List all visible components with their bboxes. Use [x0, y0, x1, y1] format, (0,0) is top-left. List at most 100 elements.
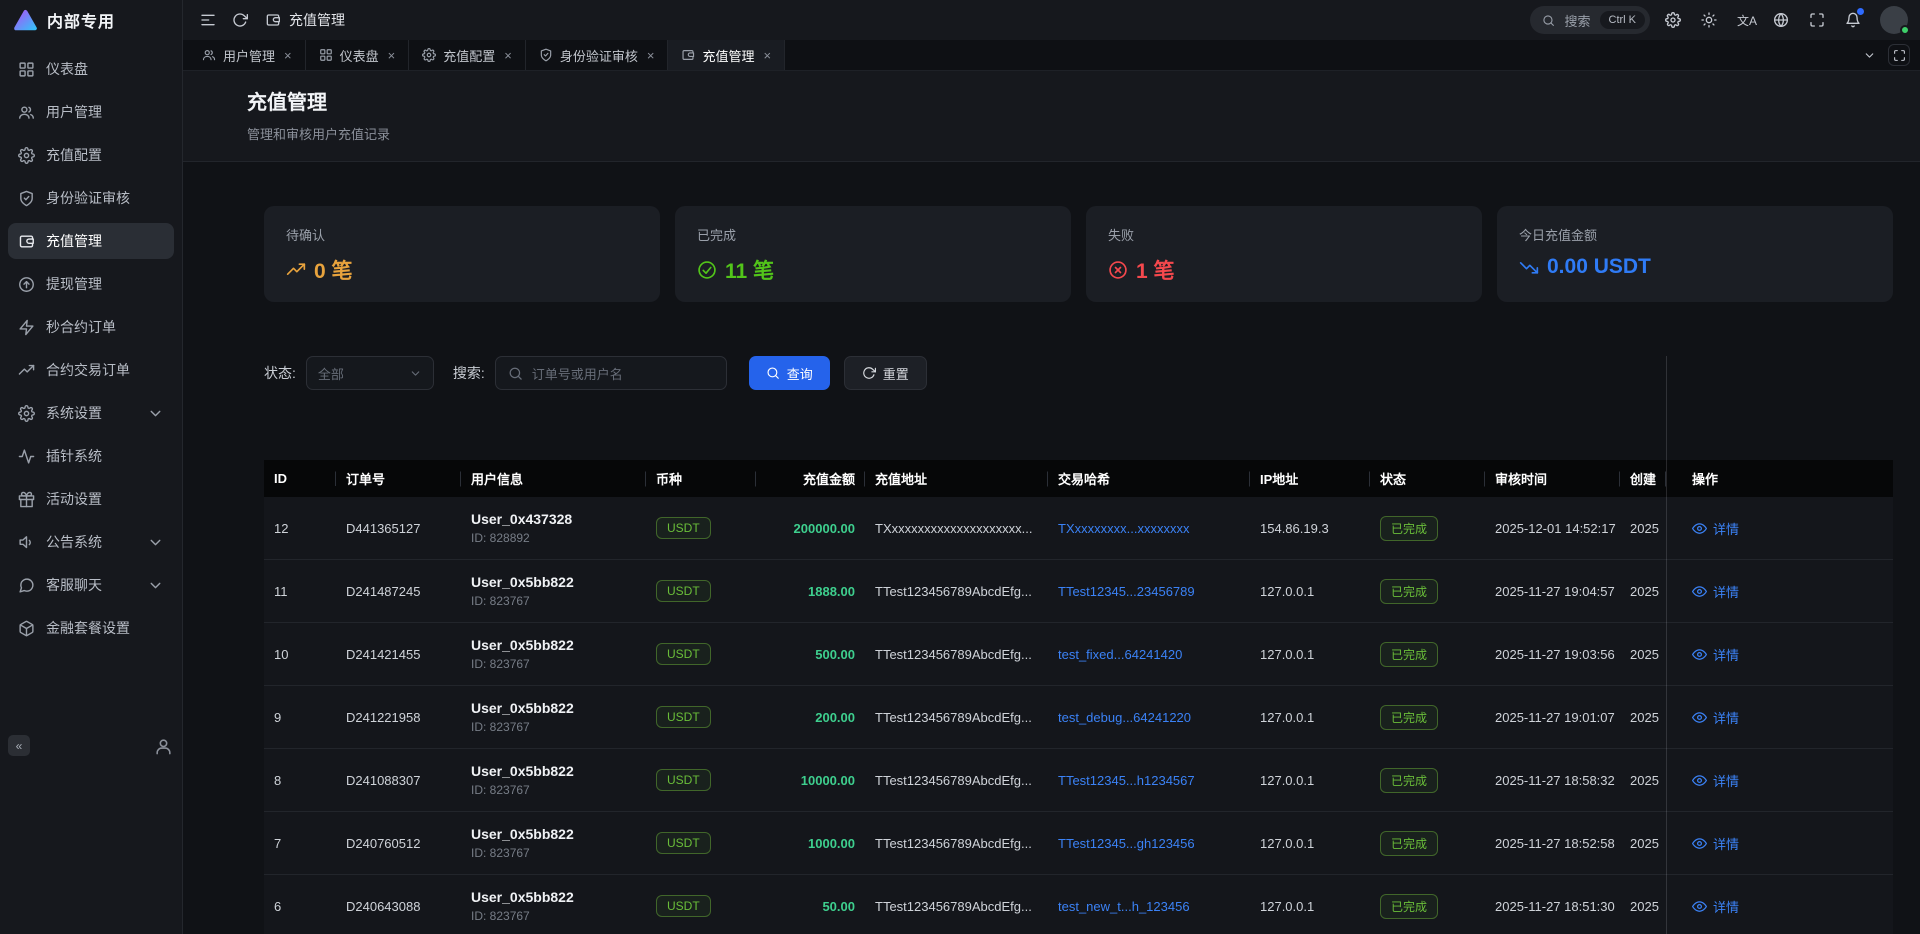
- order-search-input[interactable]: 订单号或用户名: [495, 356, 727, 390]
- cell-user-info: User_0x437328ID: 828892: [461, 511, 646, 545]
- detail-link[interactable]: 详情: [1666, 519, 1893, 538]
- tab-close-icon[interactable]: ×: [388, 48, 396, 63]
- tx-hash-link[interactable]: TTest12345...23456789: [1058, 584, 1195, 599]
- cell-status: 已完成: [1370, 516, 1485, 541]
- tab-recharge-config[interactable]: 充值配置 ×: [409, 40, 526, 70]
- sidebar-item-second-contract-orders[interactable]: 秒合约订单: [8, 309, 174, 345]
- translate-icon: 文A: [1737, 12, 1753, 28]
- sidebar-collapse-button[interactable]: «: [8, 735, 30, 756]
- sidebar-item-user-manage[interactable]: 用户管理: [8, 94, 174, 130]
- refresh-button[interactable]: [225, 5, 255, 35]
- shield-check-icon: [18, 190, 35, 207]
- tab-label: 身份验证审核: [560, 46, 638, 65]
- cell-order-no: D241487245: [336, 584, 461, 599]
- stat-value-text: 0.00 USDT: [1547, 255, 1651, 279]
- refresh-icon: [232, 12, 248, 28]
- cell-ip: 127.0.0.1: [1250, 710, 1370, 725]
- status-select[interactable]: 全部: [306, 356, 434, 390]
- sidebar-item-label: 充值管理: [46, 231, 102, 251]
- bell-button[interactable]: [1838, 5, 1868, 35]
- gear-button[interactable]: [1658, 5, 1688, 35]
- cell-tx-hash: TTest12345...gh123456: [1048, 836, 1250, 851]
- cell-user-info: User_0x5bb822ID: 823767: [461, 637, 646, 671]
- detail-link-label: 详情: [1713, 771, 1739, 790]
- global-search-input[interactable]: 搜索 Ctrl K: [1530, 6, 1650, 34]
- tab-actions: [1858, 40, 1920, 70]
- status-select-value: 全部: [318, 364, 344, 383]
- cell-currency: USDT: [646, 517, 756, 539]
- detail-link[interactable]: 详情: [1666, 708, 1893, 727]
- sidebar-item-withdraw-manage[interactable]: 提现管理: [8, 266, 174, 302]
- query-button[interactable]: 查询: [749, 356, 830, 390]
- tabs-chevron-down-button[interactable]: [1858, 44, 1880, 66]
- user-id: ID: 823767: [471, 783, 636, 797]
- cell-created-time: 2025: [1620, 836, 1666, 851]
- translate-button[interactable]: 文A: [1730, 5, 1760, 35]
- cell-review-time: 2025-11-27 19:01:07: [1485, 710, 1620, 725]
- sidebar-item-pin-system[interactable]: 插针系统: [8, 438, 174, 474]
- tab-close-icon[interactable]: ×: [647, 48, 655, 63]
- sidebar-item-recharge-config[interactable]: 充值配置: [8, 137, 174, 173]
- status-badge: 已完成: [1380, 516, 1438, 541]
- column-header-id: ID: [264, 471, 336, 486]
- x-circle-icon: [1108, 260, 1128, 280]
- stat-card: 失败1 笔: [1086, 206, 1482, 302]
- sidebar-item-kyc-review[interactable]: 身份验证审核: [8, 180, 174, 216]
- menu-fold-button[interactable]: [193, 5, 223, 35]
- tab-kyc-review[interactable]: 身份验证审核 ×: [526, 40, 669, 70]
- table-row: 8D241088307User_0x5bb822ID: 823767USDT10…: [264, 749, 1893, 812]
- sun-button[interactable]: [1694, 5, 1724, 35]
- user-id: ID: 823767: [471, 846, 636, 860]
- cell-amount: 10000.00: [756, 773, 865, 788]
- cell-id: 6: [264, 899, 336, 914]
- sidebar-item-dashboard[interactable]: 仪表盘: [8, 51, 174, 87]
- tx-hash-link[interactable]: TXxxxxxxxx...xxxxxxxx: [1058, 521, 1189, 536]
- tx-hash-link[interactable]: test_debug...64241220: [1058, 710, 1191, 725]
- page-scroll: 充值管理 管理和审核用户充值记录 待确认0 笔已完成11 笔失败1 笔今日充值金…: [183, 71, 1920, 934]
- detail-link[interactable]: 详情: [1666, 582, 1893, 601]
- tab-close-icon[interactable]: ×: [284, 48, 292, 63]
- user-name: User_0x5bb822: [471, 826, 636, 842]
- tab-dashboard[interactable]: 仪表盘×: [306, 40, 410, 70]
- sidebar-item-customer-chat[interactable]: 客服聊天: [8, 567, 174, 603]
- detail-link[interactable]: 详情: [1666, 771, 1893, 790]
- sidebar-item-contract-trade-orders[interactable]: 合约交易订单: [8, 352, 174, 388]
- sidebar-item-system-settings[interactable]: 系统设置: [8, 395, 174, 431]
- detail-link-label: 详情: [1713, 519, 1739, 538]
- sidebar-item-announcement-system[interactable]: 公告系统: [8, 524, 174, 560]
- tab-users[interactable]: 用户管理×: [189, 40, 306, 70]
- gear-icon: [422, 48, 436, 62]
- tab-close-icon[interactable]: ×: [763, 48, 771, 63]
- tx-hash-link[interactable]: TTest12345...gh123456: [1058, 836, 1195, 851]
- tab-label: 充值配置: [443, 46, 495, 65]
- cell-address: TTest123456789AbcdEfg...: [865, 836, 1048, 851]
- detail-link[interactable]: 详情: [1666, 645, 1893, 664]
- sidebar-user-icon[interactable]: [154, 737, 173, 756]
- user-id: ID: 823767: [471, 909, 636, 923]
- chevron-down-icon: [409, 367, 422, 380]
- avatar[interactable]: [1880, 6, 1908, 34]
- detail-link[interactable]: 详情: [1666, 897, 1893, 916]
- cell-currency: USDT: [646, 769, 756, 791]
- cell-review-time: 2025-12-01 14:52:17: [1485, 521, 1620, 536]
- sidebar-item-finance-package-settings[interactable]: 金融套餐设置: [8, 610, 174, 646]
- maximize-button[interactable]: [1802, 5, 1832, 35]
- column-header-user: 用户信息: [461, 469, 646, 488]
- reset-button[interactable]: 重置: [844, 356, 927, 390]
- tx-hash-link[interactable]: test_fixed...64241420: [1058, 647, 1182, 662]
- tx-hash-link[interactable]: TTest12345...h1234567: [1058, 773, 1195, 788]
- detail-link-label: 详情: [1713, 708, 1739, 727]
- tab-recharge-manage[interactable]: 充值管理×: [668, 40, 785, 70]
- stat-label: 待确认: [286, 225, 638, 244]
- sidebar-item-recharge-manage[interactable]: 充值管理: [8, 223, 174, 259]
- globe-button[interactable]: [1766, 5, 1796, 35]
- detail-link[interactable]: 详情: [1666, 834, 1893, 853]
- tx-hash-link[interactable]: test_new_t...h_123456: [1058, 899, 1190, 914]
- sidebar-item-label: 用户管理: [46, 102, 102, 122]
- cell-order-no: D241088307: [336, 773, 461, 788]
- cell-address: TTest123456789AbcdEfg...: [865, 773, 1048, 788]
- sidebar-item-activity-settings[interactable]: 活动设置: [8, 481, 174, 517]
- main-column: 充值管理 搜索 Ctrl K 文A 用户管理×仪表盘×充值配置×身份验证审核×充…: [183, 0, 1920, 934]
- tabs-focus-button[interactable]: [1888, 44, 1910, 66]
- tab-close-icon[interactable]: ×: [504, 48, 512, 63]
